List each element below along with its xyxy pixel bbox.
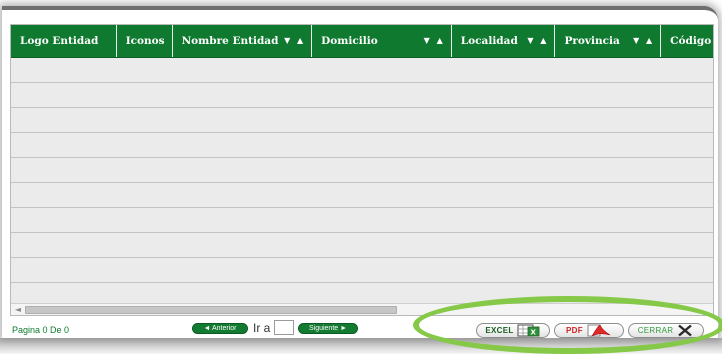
table-row bbox=[11, 258, 713, 283]
column-codigo: Código bbox=[670, 35, 712, 47]
svg-text:X: X bbox=[530, 329, 536, 337]
close-button[interactable]: CERRAR bbox=[628, 323, 704, 338]
results-window: Logo Entidad Iconos Nombre Entidad ▼ ▲ D… bbox=[2, 6, 718, 338]
table-row bbox=[11, 58, 713, 83]
export-pdf-button[interactable]: PDF bbox=[554, 323, 624, 338]
column-localidad[interactable]: Localidad ▼ ▲ bbox=[452, 25, 556, 57]
export-excel-button[interactable]: EXCEL X bbox=[476, 323, 550, 338]
grid-header: Logo Entidad Iconos Nombre Entidad ▼ ▲ D… bbox=[11, 25, 713, 58]
column-provincia[interactable]: Provincia ▼ ▲ bbox=[555, 25, 662, 57]
scrollbar-thumb[interactable] bbox=[25, 306, 397, 314]
results-grid: Logo Entidad Iconos Nombre Entidad ▼ ▲ D… bbox=[10, 24, 714, 316]
goto-label: Ir a bbox=[253, 321, 271, 335]
table-row bbox=[11, 208, 713, 233]
grid-body bbox=[11, 58, 713, 308]
scroll-left-icon[interactable]: ◄ bbox=[13, 305, 23, 315]
horizontal-scrollbar[interactable]: ◄ bbox=[11, 303, 713, 315]
column-domicilio[interactable]: Domicilio ▼ ▲ bbox=[312, 25, 452, 57]
excel-icon: X bbox=[517, 324, 539, 337]
goto-page-input[interactable] bbox=[274, 320, 294, 335]
grid-footer: Pagina 0 De 0 ◄ Anterior Ir a Siguiente … bbox=[10, 320, 714, 342]
table-row bbox=[11, 183, 713, 208]
column-iconos: Iconos bbox=[117, 25, 173, 57]
next-page-button[interactable]: Siguiente ► bbox=[298, 323, 358, 334]
table-row bbox=[11, 233, 713, 258]
sort-arrows-icon[interactable]: ▼ ▲ bbox=[284, 35, 305, 45]
table-row bbox=[11, 158, 713, 183]
pdf-icon bbox=[587, 324, 611, 337]
table-row bbox=[11, 83, 713, 108]
column-nombre-entidad[interactable]: Nombre Entidad ▼ ▲ bbox=[173, 25, 313, 57]
previous-page-button[interactable]: ◄ Anterior bbox=[192, 323, 248, 334]
table-row bbox=[11, 133, 713, 158]
table-row bbox=[11, 108, 713, 133]
close-icon bbox=[678, 324, 693, 337]
sort-arrows-icon[interactable]: ▼ ▲ bbox=[424, 35, 445, 45]
sort-arrows-icon[interactable]: ▼ ▲ bbox=[527, 35, 548, 45]
sort-arrows-icon[interactable]: ▼ ▲ bbox=[633, 35, 654, 45]
page-info: Pagina 0 De 0 bbox=[12, 325, 70, 335]
column-logo-entidad: Logo Entidad bbox=[11, 25, 117, 57]
